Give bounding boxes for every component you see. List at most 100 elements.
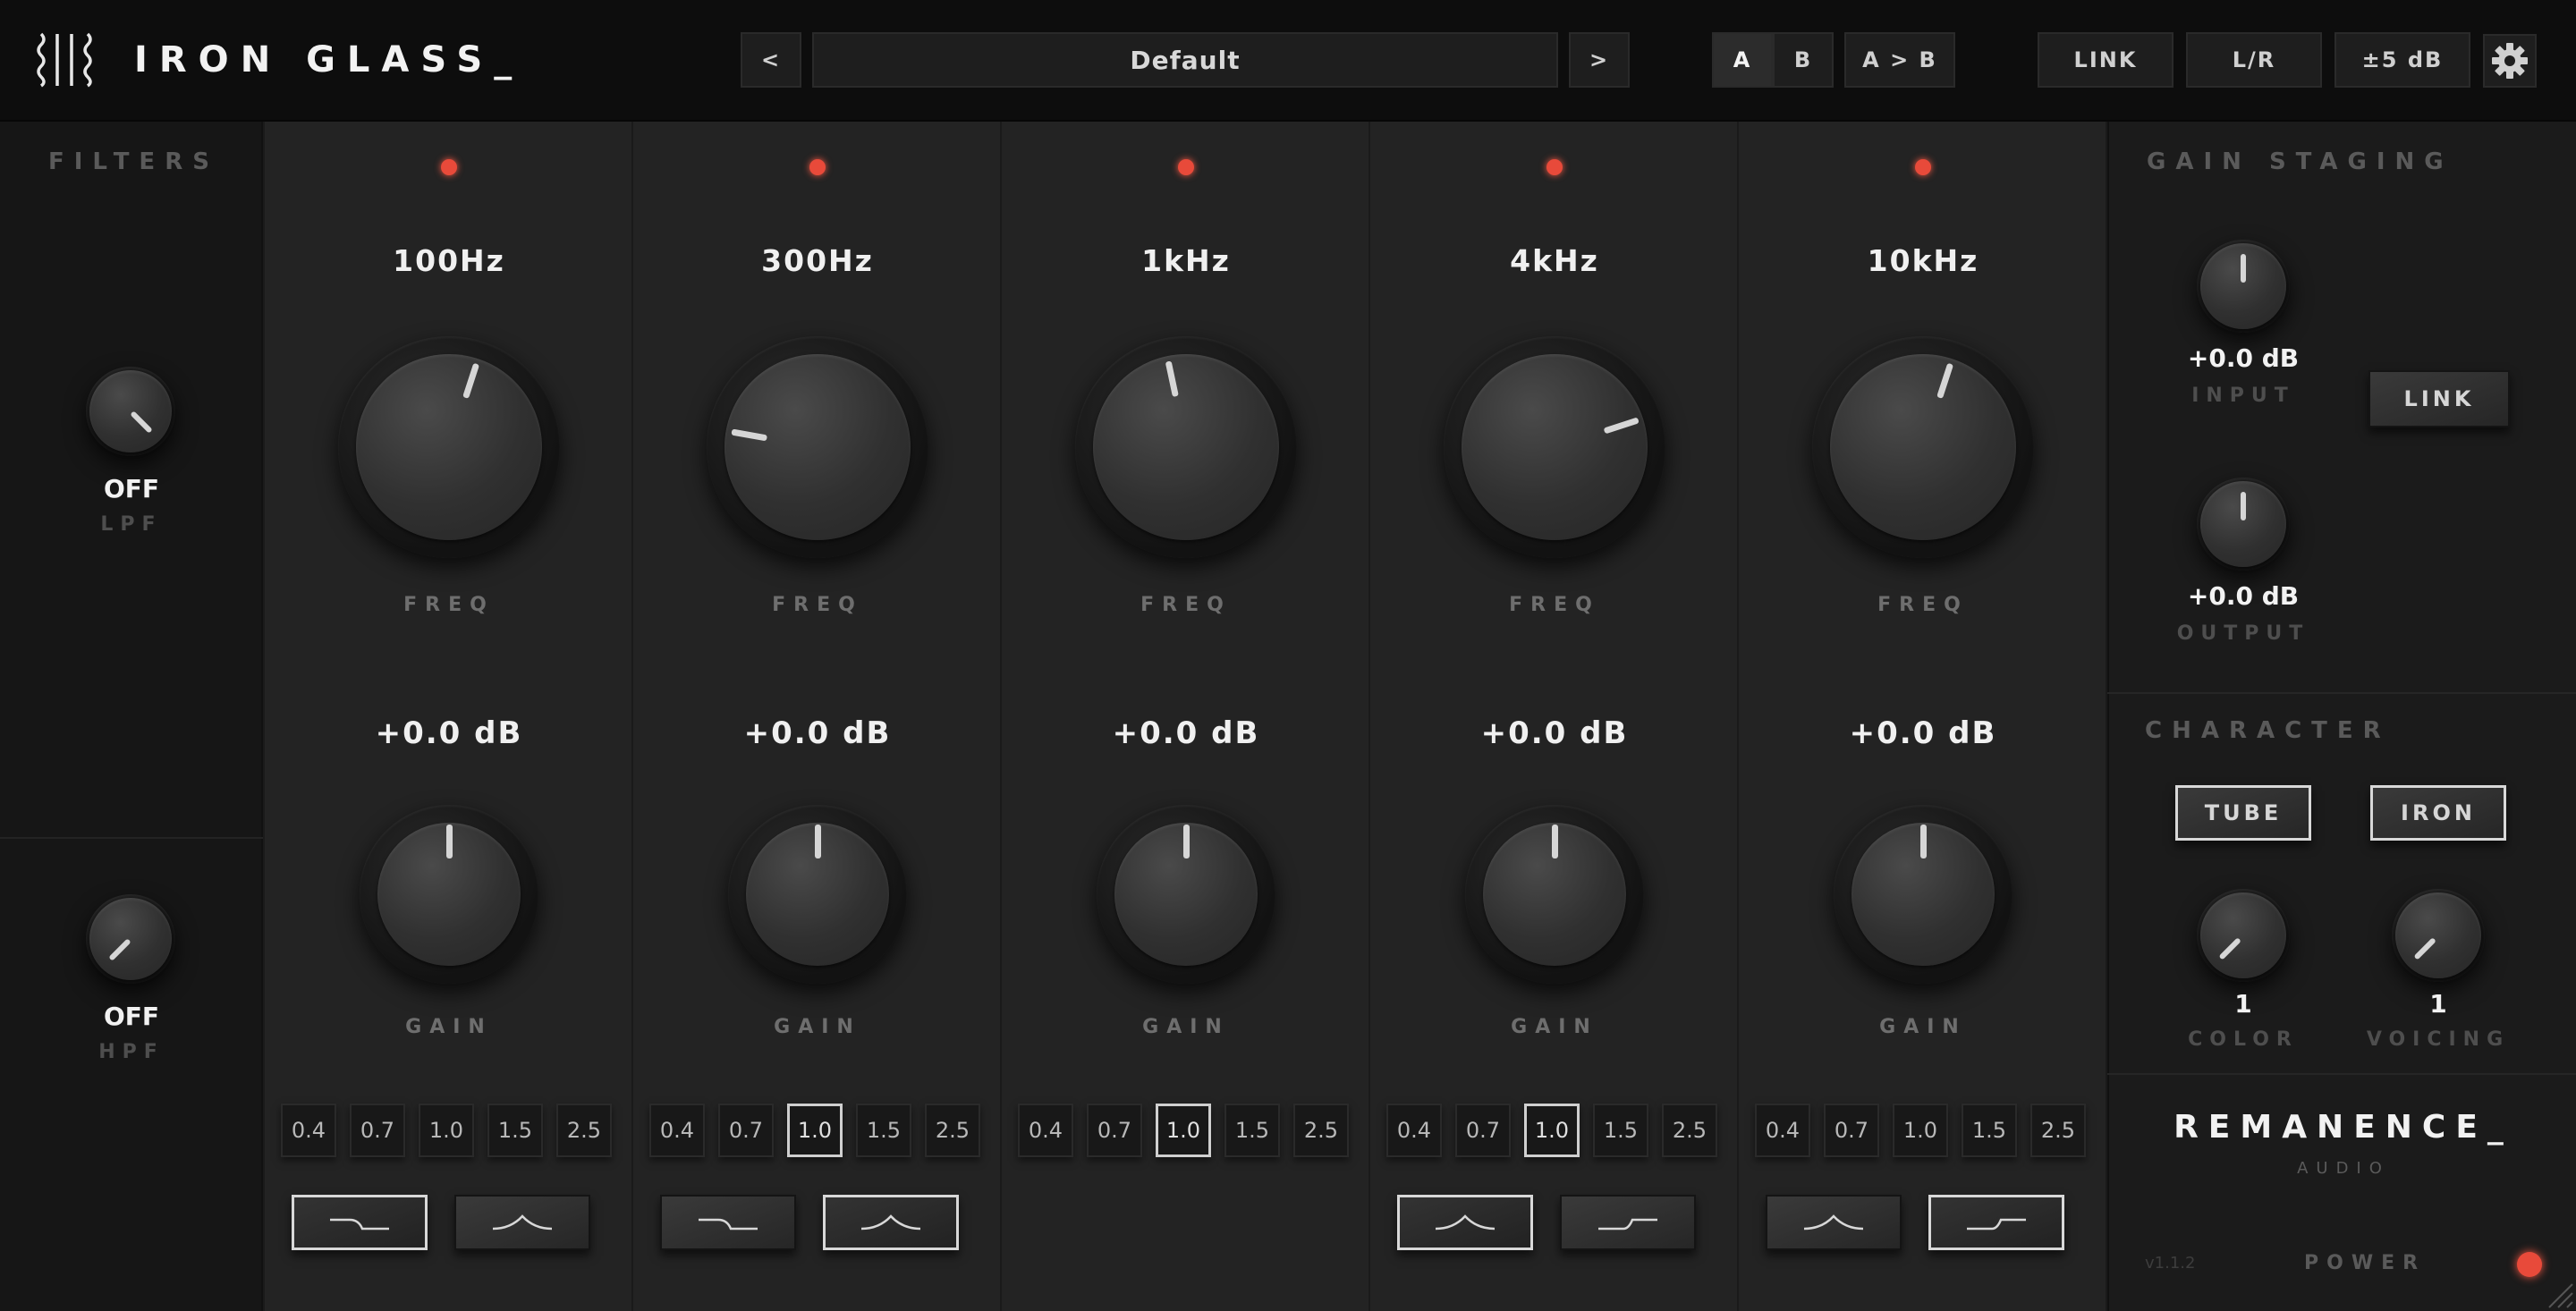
band-gain-value: +0.0 dB [1480,715,1629,751]
bell-filter-button[interactable] [1766,1195,1902,1250]
lpf-knob[interactable] [86,367,175,456]
q-option-button[interactable]: 2.5 [556,1104,612,1157]
q-option-button[interactable]: 1.5 [487,1104,543,1157]
band-column: 100Hz FREQ +0.0 dB GAIN 0.4 0.7 1.0 1.5 2.5 [265,122,633,1311]
color-label: COLOR [2188,1028,2299,1051]
bell-filter-button[interactable] [823,1195,959,1250]
freq-knob[interactable] [338,336,560,558]
q-option-button[interactable]: 1.0 [787,1104,843,1157]
q-option-button[interactable]: 1.0 [1156,1104,1211,1157]
gain-knob[interactable] [360,805,538,984]
a-button[interactable]: A [1712,32,1773,88]
hpf-knob[interactable] [86,894,175,984]
band-led[interactable] [441,159,457,175]
low-shelf-icon [699,1218,758,1231]
freq-knob[interactable] [707,336,928,558]
q-option-button[interactable]: 0.7 [1824,1104,1879,1157]
app-title: IRON GLASS_ [134,39,524,80]
range-button[interactable]: ±5 dB [2334,32,2470,88]
knob-pointer [2241,254,2246,283]
prev-preset-button[interactable]: < [741,32,801,88]
lr-button[interactable]: L/R [2186,32,2322,88]
knob-pointer [1552,825,1558,858]
freq-knob[interactable] [1075,336,1297,558]
brand-name: REMANENCE_ [2174,1109,2513,1146]
preset-name[interactable]: Default [812,32,1558,88]
voicing-knob[interactable] [2392,889,2485,982]
color-knob[interactable] [2197,889,2290,982]
gain-knob[interactable] [1834,805,2012,984]
gain-link-button[interactable]: LINK [2368,370,2510,427]
hpf-label: HPF [98,1041,165,1063]
link-button[interactable]: LINK [2038,32,2174,88]
q-option-button[interactable]: 1.5 [1593,1104,1648,1157]
knob-cap [89,370,172,453]
band-led[interactable] [1178,159,1194,175]
band-led[interactable] [1915,159,1931,175]
low-shelf-filter-button[interactable] [292,1195,428,1250]
logo-icon [37,32,92,88]
knob-pointer [815,825,821,858]
a-to-b-button[interactable]: A > B [1844,32,1955,88]
power-button[interactable] [2517,1252,2542,1277]
bell-filter-button[interactable] [1397,1195,1533,1250]
band-gain-value: +0.0 dB [375,715,523,751]
settings-button[interactable] [2483,34,2537,88]
next-preset-button[interactable]: > [1569,32,1630,88]
freq-label: FREQ [1509,594,1600,616]
knob-pointer [446,825,453,858]
q-option-button[interactable]: 0.7 [350,1104,405,1157]
high-shelf-filter-button[interactable] [1560,1195,1696,1250]
q-option-button[interactable]: 1.5 [1224,1104,1280,1157]
filters-panel: FILTERS [0,122,263,1311]
q-option-button[interactable]: 0.7 [718,1104,774,1157]
iron-button[interactable]: IRON [2370,785,2506,841]
band-led[interactable] [1546,159,1563,175]
q-option-button[interactable]: 0.4 [1755,1104,1810,1157]
knob-cap [1830,354,2016,540]
q-option-button[interactable]: 0.4 [281,1104,336,1157]
knob-cap [724,354,911,540]
top-bar: IRON GLASS_ < Default > A B A > B LINK L… [0,0,2576,122]
output-knob[interactable] [2197,478,2290,571]
bell-filter-button[interactable] [454,1195,590,1250]
gain-knob[interactable] [1465,805,1644,984]
freq-label: FREQ [1877,594,1969,616]
gain-label: GAIN [1879,1016,1967,1038]
low-shelf-filter-button[interactable] [660,1195,796,1250]
high-shelf-icon [1598,1218,1657,1231]
q-option-button[interactable]: 0.4 [1018,1104,1073,1157]
q-option-button[interactable]: 2.5 [1662,1104,1717,1157]
resize-handle-icon[interactable] [2546,1281,2574,1309]
q-option-button[interactable]: 1.5 [1962,1104,2017,1157]
q-option-button[interactable]: 1.0 [419,1104,474,1157]
q-option-button[interactable]: 2.5 [925,1104,980,1157]
q-option-button[interactable]: 0.7 [1087,1104,1142,1157]
divider [0,837,263,839]
q-option-button[interactable]: 2.5 [2030,1104,2086,1157]
gain-knob[interactable] [1097,805,1275,984]
freq-knob[interactable] [1812,336,2034,558]
preset-label: Default [1130,45,1241,75]
b-button[interactable]: B [1773,32,1834,88]
q-option-button[interactable]: 2.5 [1293,1104,1349,1157]
band-frequency: 100Hz [393,243,505,278]
q-option-button[interactable]: 0.7 [1455,1104,1511,1157]
divider [2107,1073,2576,1075]
q-option-button[interactable]: 0.4 [1386,1104,1442,1157]
freq-knob[interactable] [1444,336,1665,558]
tube-button[interactable]: TUBE [2175,785,2311,841]
q-option-button[interactable]: 0.4 [649,1104,705,1157]
version-label: v1.1.2 [2145,1254,2196,1273]
q-option-button[interactable]: 1.0 [1893,1104,1948,1157]
high-shelf-icon [1967,1218,2026,1231]
knob-cap [89,898,172,980]
lpf-label: LPF [100,513,163,536]
gain-knob[interactable] [728,805,907,984]
input-knob[interactable] [2197,240,2290,333]
q-option-button[interactable]: 1.0 [1524,1104,1580,1157]
high-shelf-filter-button[interactable] [1928,1195,2064,1250]
q-option-button[interactable]: 1.5 [856,1104,911,1157]
input-label: INPUT [2191,385,2295,407]
band-led[interactable] [809,159,826,175]
